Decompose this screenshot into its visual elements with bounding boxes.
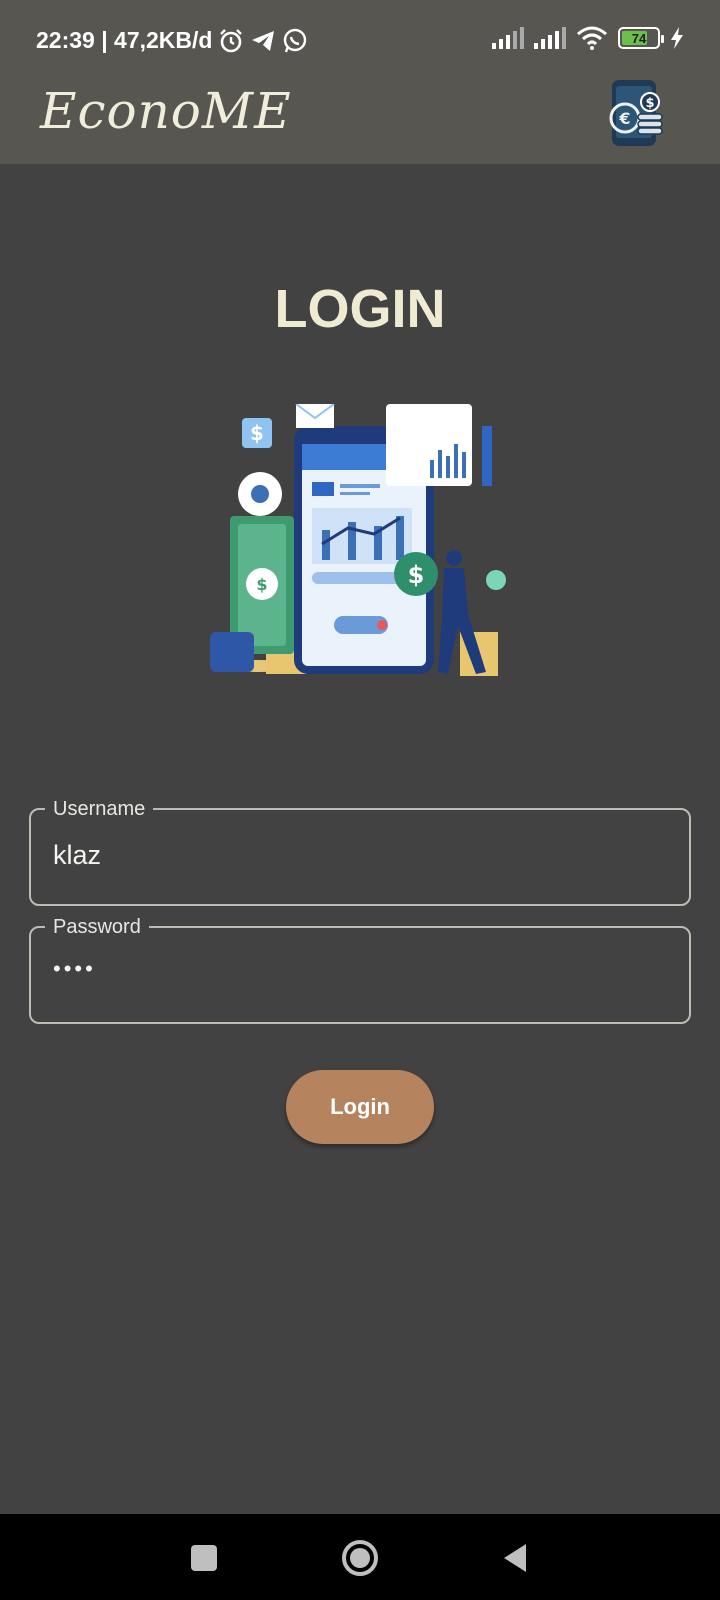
telegram-icon <box>252 30 275 51</box>
back-icon[interactable] <box>496 1538 536 1578</box>
battery-icon: 74 <box>618 27 664 49</box>
status-time-speed: 22:39 | 47,2KB/d <box>36 27 213 53</box>
password-input[interactable]: •••• <box>53 956 96 982</box>
recent-apps-icon[interactable] <box>184 1538 224 1578</box>
app-title: EconoME <box>40 82 292 140</box>
app-header: 22:39 | 47,2KB/d 74 EconoME € $ <box>0 0 720 164</box>
svg-text:$: $ <box>645 96 654 111</box>
wifi-icon <box>577 26 607 50</box>
signal-icon <box>492 27 524 49</box>
signal-icon <box>534 27 566 49</box>
alarm-icon <box>220 28 243 52</box>
status-bar: 22:39 | 47,2KB/d 74 <box>0 0 720 80</box>
login-screen: 22:39 | 47,2KB/d 74 EconoME € $ LOGIN $ … <box>0 0 720 1600</box>
password-field[interactable]: Password •••• <box>29 914 691 1024</box>
status-right: 74 <box>492 26 684 50</box>
username-input[interactable]: klaz <box>53 840 101 871</box>
page-title: LOGIN <box>274 279 446 339</box>
finance-app-illustration: $ $ $ <box>210 404 506 676</box>
home-icon[interactable] <box>340 1538 380 1578</box>
svg-text:$: $ <box>250 421 264 445</box>
whatsapp-icon <box>284 28 307 52</box>
battery-level: 74 <box>631 30 647 46</box>
svg-text:$: $ <box>408 561 425 589</box>
username-label: Username <box>45 796 154 822</box>
app-logo-icon[interactable]: € $ <box>600 78 668 148</box>
login-button[interactable]: Login <box>286 1070 434 1144</box>
system-nav-bar <box>0 1514 720 1600</box>
svg-text:€: € <box>618 109 630 128</box>
charging-icon <box>671 27 683 49</box>
username-field[interactable]: Username klaz <box>29 796 691 906</box>
password-label: Password <box>45 914 149 940</box>
status-left: 22:39 | 47,2KB/d <box>36 27 308 54</box>
svg-text:$: $ <box>256 575 267 594</box>
